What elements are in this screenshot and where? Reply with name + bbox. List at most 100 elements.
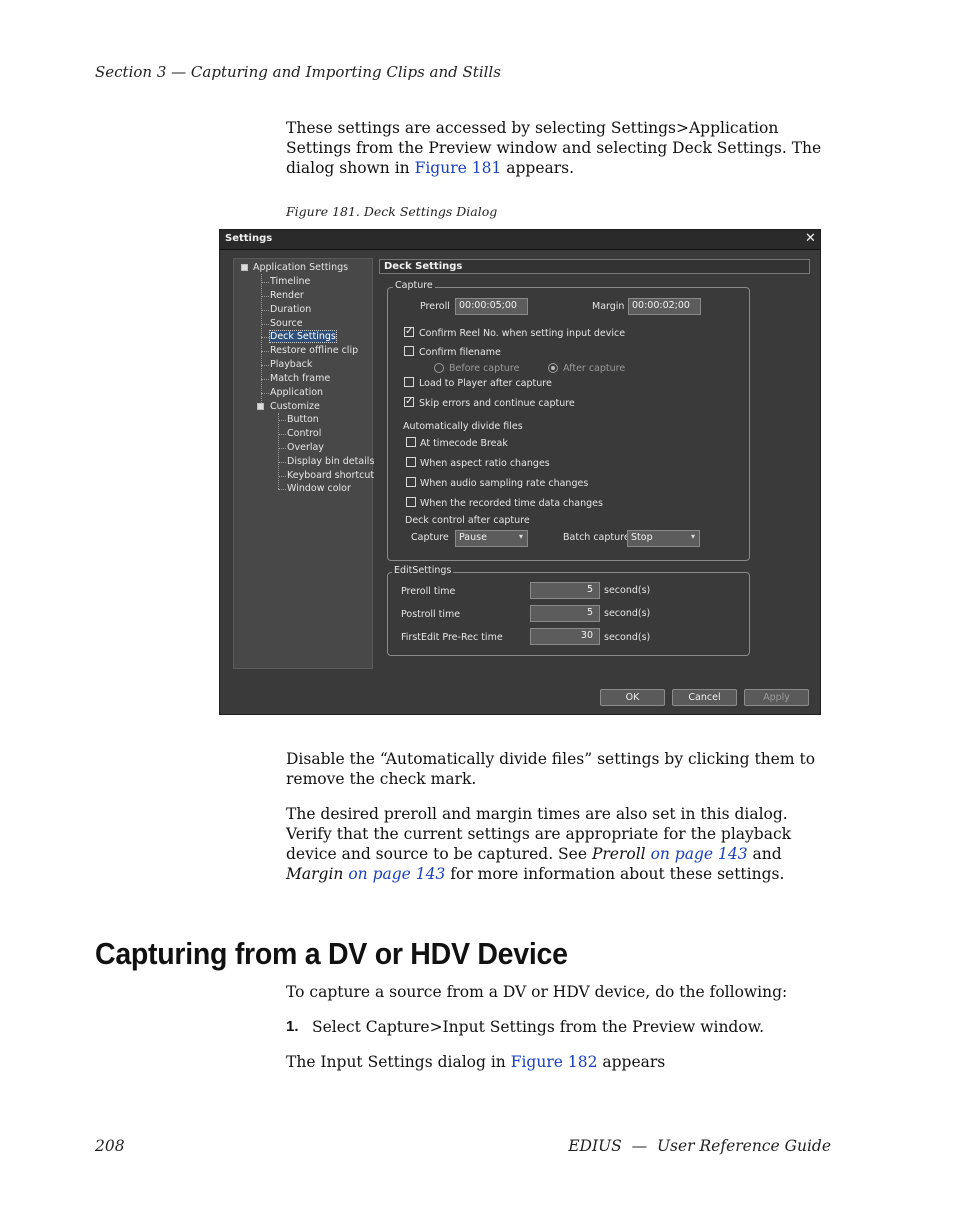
chevron-down-icon: ▾	[690, 532, 695, 541]
preroll-time-label: Preroll time	[401, 586, 456, 597]
input-settings-text: The Input Settings dialog in	[286, 1053, 506, 1071]
tree-branch	[278, 420, 286, 421]
margin-label: Margin	[592, 301, 625, 312]
before-capture-label: Before capture	[449, 363, 520, 374]
tree-branch	[261, 379, 269, 380]
tree-branch	[261, 310, 269, 311]
tree-item-application-settings[interactable]: Application Settings	[253, 262, 348, 273]
recorded-time-label: When the recorded time data changes	[420, 498, 603, 509]
firstedit-field[interactable]: 30	[530, 628, 600, 645]
input-settings-text-end: appears	[602, 1053, 666, 1071]
aspect-ratio-checkbox[interactable]	[406, 457, 416, 467]
recorded-time-checkbox[interactable]	[406, 497, 416, 507]
audio-sampling-label: When audio sampling rate changes	[420, 478, 589, 489]
confirm-reel-checkbox[interactable]: ✓	[404, 327, 414, 337]
tree-branch	[278, 462, 286, 463]
load-player-checkbox[interactable]	[404, 377, 414, 387]
auto-divide-label: Automatically divide files	[403, 421, 523, 432]
postroll-time-field[interactable]: 5	[530, 605, 600, 622]
tree-branch	[278, 448, 286, 449]
batch-capture-dropdown[interactable]: Stop ▾	[627, 530, 700, 547]
step-number: 1.	[286, 1018, 299, 1035]
firstedit-label: FirstEdit Pre-Rec time	[401, 632, 503, 643]
preroll-label: Preroll	[420, 301, 450, 312]
preroll-field[interactable]: 00:00:05;00	[455, 298, 528, 315]
capture-paragraph: To capture a source from a DV or HDV dev…	[286, 983, 788, 1001]
footer-title: EDIUS — User Reference Guide	[568, 1137, 831, 1155]
confirm-reel-label: Confirm Reel No. when setting input devi…	[419, 328, 626, 339]
tree-branch	[261, 365, 269, 366]
tree-branch	[261, 351, 269, 352]
tree-branch	[261, 337, 269, 338]
tree-branch	[278, 434, 286, 435]
tree-item-timeline[interactable]: Timeline	[270, 276, 310, 287]
preroll-time-field[interactable]: 5	[530, 582, 600, 599]
capture-mode-label: Capture	[411, 532, 449, 543]
intro-text-end: appears.	[506, 159, 575, 177]
and-text: and	[752, 845, 782, 863]
tree-item-application[interactable]: Application	[270, 387, 323, 398]
audio-sampling-checkbox[interactable]	[406, 477, 416, 487]
preroll-term: Preroll	[591, 845, 646, 863]
radio-selected-dot	[551, 366, 555, 370]
tree-item-button[interactable]: Button	[287, 414, 319, 425]
collapse-icon[interactable]	[241, 264, 248, 271]
chevron-down-icon: ▾	[518, 532, 523, 541]
tree-item-control[interactable]: Control	[287, 428, 321, 439]
panel-title: Deck Settings	[384, 261, 463, 272]
tree-item-source[interactable]: Source	[270, 318, 303, 329]
tree-item-customize[interactable]: Customize	[270, 401, 320, 412]
intro-paragraph: These settings are accessed by selecting…	[286, 118, 831, 178]
cancel-button[interactable]: Cancel	[672, 689, 737, 706]
close-icon[interactable]: ✕	[805, 231, 816, 246]
figure-181-link[interactable]: Figure 181	[415, 159, 502, 177]
tree-item-duration[interactable]: Duration	[270, 304, 311, 315]
firstedit-unit: second(s)	[604, 632, 651, 643]
tree-item-match-frame[interactable]: Match frame	[270, 373, 330, 384]
tree-branch	[261, 282, 269, 283]
tree-branch	[261, 296, 269, 297]
skip-errors-checkbox[interactable]: ✓	[404, 397, 414, 407]
disable-paragraph: Disable the “Automatically divide files”…	[286, 750, 816, 788]
capture-group-label: Capture	[393, 280, 435, 291]
tree-line	[261, 274, 262, 407]
tree-branch	[278, 476, 286, 477]
collapse-icon[interactable]	[257, 403, 264, 410]
tree-item-render[interactable]: Render	[270, 290, 304, 301]
capture-mode-value: Pause	[459, 532, 487, 543]
before-capture-radio[interactable]	[434, 363, 444, 373]
tree-item-restore-offline-clip[interactable]: Restore offline clip	[270, 345, 358, 356]
postroll-time-label: Postroll time	[401, 609, 461, 620]
deck-settings-dialog: Settings ✕ Application Settings Timeline…	[219, 229, 821, 715]
preroll-time-unit: second(s)	[604, 585, 651, 596]
tree-item-playback[interactable]: Playback	[270, 359, 312, 370]
figure-182-link[interactable]: Figure 182	[511, 1053, 598, 1071]
tree-item-window-color[interactable]: Window color	[287, 483, 351, 494]
after-capture-radio[interactable]	[548, 363, 558, 373]
figure-caption: Figure 181. Deck Settings Dialog	[286, 204, 498, 219]
tree-item-display-bin-details[interactable]: Display bin details	[287, 456, 374, 467]
batch-capture-label: Batch capture	[563, 532, 630, 543]
tree-line	[278, 413, 279, 489]
dialog-titlebar	[220, 230, 820, 250]
preroll-page-link[interactable]: on page 143	[651, 845, 748, 863]
input-settings-paragraph: The Input Settings dialog in Figure 182 …	[286, 1052, 831, 1072]
tree-item-keyboard-shortcut[interactable]: Keyboard shortcut	[287, 470, 374, 481]
ok-button[interactable]: OK	[600, 689, 665, 706]
after-capture-label: After capture	[563, 363, 626, 374]
margin-field[interactable]: 00:00:02;00	[628, 298, 701, 315]
tree-branch	[261, 324, 269, 325]
capture-mode-dropdown[interactable]: Pause ▾	[455, 530, 528, 547]
tree-item-deck-settings[interactable]: Deck Settings	[269, 330, 337, 343]
load-player-label: Load to Player after capture	[419, 378, 552, 389]
apply-button[interactable]: Apply	[744, 689, 809, 706]
margin-page-link[interactable]: on page 143	[348, 865, 445, 883]
dialog-title: Settings	[225, 233, 273, 244]
confirm-filename-checkbox[interactable]	[404, 346, 414, 356]
tree-branch	[278, 489, 286, 490]
batch-capture-value: Stop	[631, 532, 653, 543]
at-timecode-checkbox[interactable]	[406, 437, 416, 447]
tree-item-overlay[interactable]: Overlay	[287, 442, 324, 453]
step-text: Select Capture>Input Settings from the P…	[312, 1018, 765, 1036]
preroll-paragraph: The desired preroll and margin times are…	[286, 804, 831, 884]
